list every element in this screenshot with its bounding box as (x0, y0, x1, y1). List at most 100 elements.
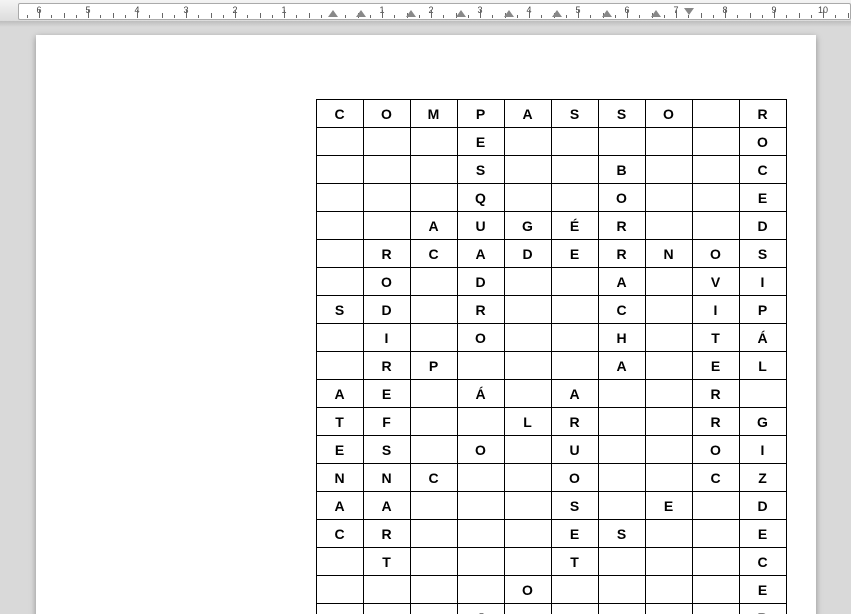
grid-cell[interactable]: B (598, 156, 645, 184)
grid-cell[interactable] (410, 492, 457, 520)
grid-cell[interactable]: P (457, 100, 504, 128)
grid-cell[interactable]: R (739, 100, 786, 128)
grid-cell[interactable] (551, 576, 598, 604)
grid-cell[interactable] (598, 436, 645, 464)
grid-cell[interactable] (316, 128, 363, 156)
grid-cell[interactable]: O (692, 436, 739, 464)
grid-cell[interactable] (504, 156, 551, 184)
grid-cell[interactable]: A (504, 100, 551, 128)
grid-cell[interactable]: S (363, 436, 410, 464)
grid-cell[interactable] (363, 128, 410, 156)
ruler-marker-icon[interactable] (406, 10, 416, 17)
grid-cell[interactable] (504, 184, 551, 212)
grid-cell[interactable] (504, 548, 551, 576)
grid-cell[interactable]: O (739, 128, 786, 156)
grid-cell[interactable]: S (739, 240, 786, 268)
grid-cell[interactable]: C (739, 548, 786, 576)
grid-cell[interactable] (316, 212, 363, 240)
grid-cell[interactable] (692, 212, 739, 240)
grid-cell[interactable] (551, 268, 598, 296)
document-viewport[interactable]: COMPASSOREOSBCQOEAUGÉRDRCADERNOSODAVISDR… (0, 27, 851, 614)
grid-cell[interactable] (316, 548, 363, 576)
grid-cell[interactable]: D (363, 296, 410, 324)
grid-cell[interactable]: U (551, 436, 598, 464)
grid-cell[interactable] (598, 604, 645, 614)
grid-cell[interactable]: M (410, 100, 457, 128)
grid-cell[interactable] (598, 408, 645, 436)
grid-cell[interactable]: C (739, 156, 786, 184)
grid-cell[interactable]: T (363, 548, 410, 576)
grid-cell[interactable]: H (598, 324, 645, 352)
grid-cell[interactable]: A (316, 380, 363, 408)
grid-cell[interactable]: P (739, 296, 786, 324)
grid-cell[interactable] (598, 380, 645, 408)
grid-cell[interactable] (410, 604, 457, 614)
grid-cell[interactable]: A (316, 492, 363, 520)
grid-cell[interactable] (504, 604, 551, 614)
grid-cell[interactable]: V (692, 268, 739, 296)
grid-cell[interactable] (457, 408, 504, 436)
grid-cell[interactable]: O (645, 100, 692, 128)
grid-cell[interactable] (363, 212, 410, 240)
ruler-marker-icon[interactable] (328, 10, 338, 17)
grid-cell[interactable]: A (363, 492, 410, 520)
grid-cell[interactable] (692, 548, 739, 576)
grid-cell[interactable]: R (692, 380, 739, 408)
grid-cell[interactable] (457, 492, 504, 520)
grid-cell[interactable]: I (692, 296, 739, 324)
grid-cell[interactable]: O (363, 100, 410, 128)
grid-cell[interactable]: O (692, 240, 739, 268)
grid-cell[interactable]: O (457, 324, 504, 352)
grid-cell[interactable] (457, 576, 504, 604)
grid-cell[interactable] (645, 128, 692, 156)
grid-cell[interactable]: É (551, 212, 598, 240)
grid-cell[interactable] (551, 324, 598, 352)
grid-cell[interactable] (316, 156, 363, 184)
grid-cell[interactable] (457, 520, 504, 548)
grid-cell[interactable] (645, 156, 692, 184)
grid-cell[interactable] (645, 436, 692, 464)
grid-cell[interactable]: Z (739, 464, 786, 492)
grid-cell[interactable]: P (410, 352, 457, 380)
grid-cell[interactable] (504, 128, 551, 156)
grid-cell[interactable]: F (363, 408, 410, 436)
grid-cell[interactable] (316, 268, 363, 296)
ruler-marker-icon[interactable] (602, 10, 612, 17)
grid-cell[interactable]: N (363, 464, 410, 492)
grid-cell[interactable] (504, 268, 551, 296)
grid-cell[interactable] (692, 128, 739, 156)
grid-cell[interactable] (410, 436, 457, 464)
ruler-marker-icon[interactable] (651, 10, 661, 17)
grid-cell[interactable]: E (692, 352, 739, 380)
grid-cell[interactable]: S (598, 520, 645, 548)
grid-cell[interactable] (551, 184, 598, 212)
grid-cell[interactable] (410, 156, 457, 184)
grid-cell[interactable]: R (598, 240, 645, 268)
grid-cell[interactable]: D (739, 492, 786, 520)
grid-cell[interactable] (692, 576, 739, 604)
grid-cell[interactable]: R (551, 408, 598, 436)
grid-cell[interactable] (457, 464, 504, 492)
grid-cell[interactable] (504, 352, 551, 380)
grid-cell[interactable]: C (598, 296, 645, 324)
grid-cell[interactable] (410, 576, 457, 604)
ruler-marker-icon[interactable] (356, 10, 366, 17)
grid-cell[interactable]: C (410, 240, 457, 268)
grid-cell[interactable]: O (363, 268, 410, 296)
grid-cell[interactable] (645, 268, 692, 296)
grid-cell[interactable] (598, 128, 645, 156)
grid-cell[interactable] (504, 464, 551, 492)
grid-cell[interactable]: O (457, 436, 504, 464)
grid-cell[interactable]: R (363, 520, 410, 548)
grid-cell[interactable] (410, 520, 457, 548)
grid-cell[interactable] (363, 184, 410, 212)
grid-cell[interactable]: R (457, 296, 504, 324)
grid-cell[interactable] (645, 464, 692, 492)
ruler-marker-icon[interactable] (456, 10, 466, 17)
grid-cell[interactable] (410, 184, 457, 212)
grid-cell[interactable]: T (316, 408, 363, 436)
grid-cell[interactable] (504, 380, 551, 408)
grid-cell[interactable] (363, 576, 410, 604)
grid-cell[interactable]: R (363, 352, 410, 380)
grid-cell[interactable]: Á (457, 380, 504, 408)
